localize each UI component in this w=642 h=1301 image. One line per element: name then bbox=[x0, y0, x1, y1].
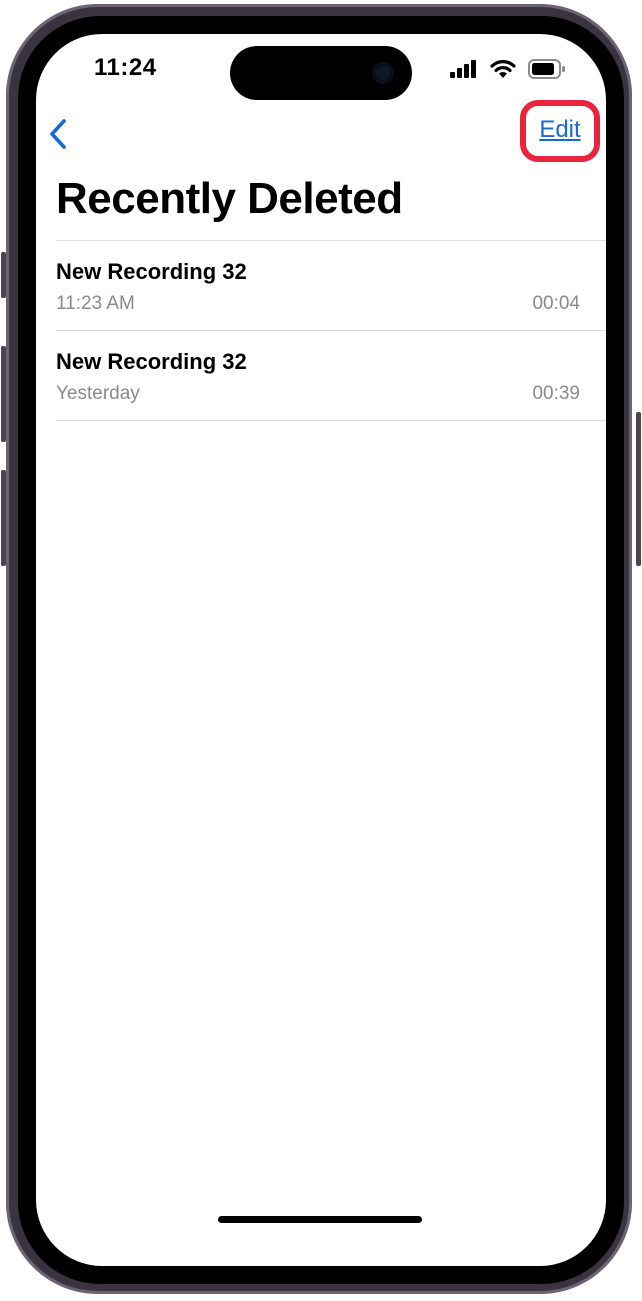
recording-row[interactable]: New Recording 32 11:23 AM 00:04 bbox=[56, 240, 606, 330]
volume-up-button bbox=[1, 346, 6, 442]
power-button bbox=[636, 412, 641, 566]
recording-duration: 00:04 bbox=[532, 293, 580, 314]
back-button[interactable] bbox=[40, 110, 76, 158]
chevron-left-icon bbox=[50, 119, 66, 149]
home-indicator[interactable] bbox=[218, 1216, 422, 1223]
screen: 11:24 Edit Recently Deleted New Recordin… bbox=[36, 34, 606, 1266]
volume-down-button bbox=[1, 470, 6, 566]
recording-title: New Recording 32 bbox=[56, 349, 247, 374]
status-icons bbox=[450, 58, 566, 80]
edit-button[interactable]: Edit bbox=[524, 116, 596, 144]
recording-row[interactable]: New Recording 32 Yesterday 00:39 bbox=[56, 330, 606, 421]
recording-date: Yesterday bbox=[56, 383, 140, 404]
battery-icon bbox=[528, 59, 565, 79]
recording-title: New Recording 32 bbox=[56, 259, 247, 284]
cellular-signal-icon bbox=[450, 60, 476, 78]
page-title: Recently Deleted bbox=[56, 174, 403, 223]
dynamic-island bbox=[230, 46, 412, 100]
navigation-bar: Edit bbox=[36, 100, 606, 164]
recording-duration: 00:39 bbox=[532, 383, 580, 404]
action-button bbox=[1, 252, 6, 298]
status-time: 11:24 bbox=[94, 54, 157, 81]
front-camera bbox=[372, 62, 394, 84]
wifi-icon bbox=[490, 60, 516, 78]
recordings-list: New Recording 32 11:23 AM 00:04 New Reco… bbox=[56, 240, 606, 421]
recording-date: 11:23 AM bbox=[56, 293, 135, 314]
status-bar: 11:24 bbox=[36, 34, 606, 104]
